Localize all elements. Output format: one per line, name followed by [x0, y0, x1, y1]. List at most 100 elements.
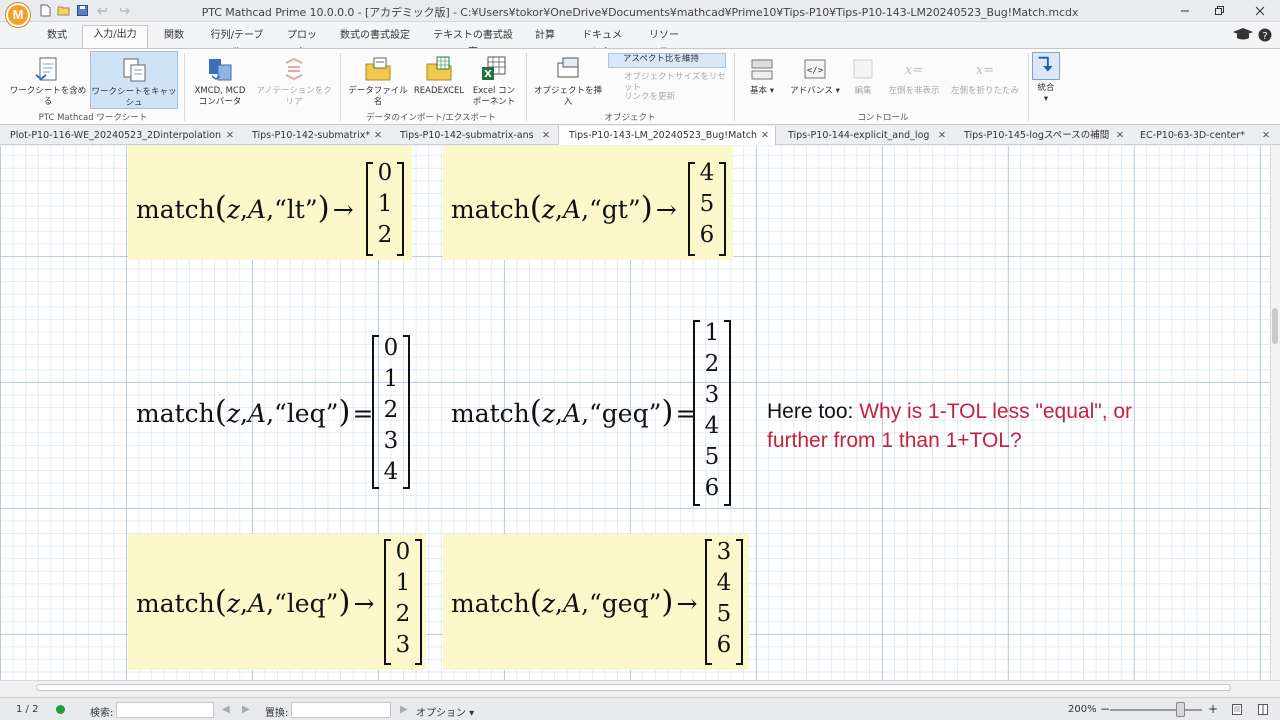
group-label-object: オブジェクト [604, 113, 656, 123]
tab-math[interactable]: 数式 [40, 27, 74, 48]
insert-object-button[interactable]: オブジェクトを挿入 [532, 55, 604, 108]
group-separator [1028, 53, 1029, 121]
svg-text:</>: </> [807, 66, 824, 76]
excel-component-button[interactable]: X Excel コン ポーネント [468, 55, 520, 108]
tab-calculation[interactable]: 計算 [530, 27, 560, 48]
xmcd-converter-button[interactable]: XMCD, MCD コンバータ [188, 55, 252, 108]
data-file-name-button[interactable]: データファイル名 [346, 55, 410, 108]
tab-text-formatting[interactable]: テキストの書式設定 [428, 27, 518, 58]
math-region[interactable]: match(z,A,“leq”)= 0 1 2 3 4 [128, 332, 418, 492]
keep-aspect-ratio-toggle[interactable]: アスペクト比を維持 [608, 53, 726, 68]
tab-resources[interactable]: リソース [642, 27, 686, 58]
close-tab-icon[interactable]: ✕ [542, 126, 550, 145]
vertical-scrollbar[interactable] [1270, 146, 1280, 680]
tab-input-output[interactable]: 入力/出力 [82, 25, 148, 48]
doc-tab-label: Plot-P10-116-WE_20240523_2Dinterpolation [10, 130, 221, 141]
result-matrix: 3 4 5 6 [705, 539, 743, 665]
doc-tab[interactable]: Tips-P10-145-logスペースの補間 ✕ [954, 126, 1130, 145]
zoom-out-icon[interactable]: − [1100, 702, 1110, 716]
replace-arrow-icon[interactable]: ▶ [400, 704, 408, 715]
include-worksheet-button[interactable]: ワークシートを含める [8, 55, 88, 108]
advanced-controls-button[interactable]: </> アドバンス ▾ [788, 55, 842, 97]
close-tab-icon[interactable]: ✕ [1116, 126, 1124, 145]
zoom-in-icon[interactable]: + [1208, 702, 1218, 716]
close-window-icon[interactable] [1252, 3, 1268, 19]
doc-tab-active[interactable]: Tips-P10-143-LM_20240523_Bug!Match ✕ [558, 126, 776, 145]
find-next-icon[interactable]: ▶ [242, 704, 250, 715]
collapse-left-button[interactable]: x= 左側を折りたたみ [948, 55, 1022, 97]
doc-tab[interactable]: Tips-P10-142-submatrix* ✕ [242, 126, 388, 145]
excel-line2: ポーネント [472, 97, 516, 107]
readexcel-button[interactable]: READEXCEL [412, 55, 466, 97]
close-tab-icon[interactable]: ✕ [374, 126, 382, 145]
reset-object-size-button[interactable]: オブジェクトサイズをリセット [610, 72, 728, 94]
help-icon[interactable]: ? [1258, 28, 1272, 42]
matrix-cell: 3 [383, 428, 399, 454]
close-tab-icon[interactable]: ✕ [1262, 126, 1270, 145]
matrix-cell: 2 [704, 351, 720, 377]
note-prefix: Here too: [767, 400, 860, 423]
svg-text:x=: x= [976, 63, 994, 78]
options-dropdown[interactable]: オプション ▾ [416, 704, 474, 719]
integrate-button[interactable]: 統合 ▾ [1030, 52, 1062, 105]
arg-a: A [563, 399, 582, 428]
options-label: オプション [416, 708, 466, 719]
zoom-slider[interactable] [1110, 709, 1202, 711]
arg-string: “leq” [274, 589, 339, 618]
restore-icon[interactable] [1211, 3, 1227, 19]
replace-label: 置換: [265, 708, 289, 719]
zoom-slider-knob[interactable] [1176, 702, 1185, 717]
close-tab-icon[interactable]: ✕ [938, 126, 946, 145]
minimize-icon[interactable] [1177, 3, 1193, 19]
close-tab-icon[interactable]: ✕ [226, 126, 234, 145]
math-expression: match(z,A,“leq”)= [136, 394, 374, 430]
tab-functions[interactable]: 関数 [156, 27, 192, 48]
horizontal-scroll-thumb[interactable] [36, 684, 1231, 691]
edit-button[interactable]: 編集 [846, 55, 880, 97]
tab-plots[interactable]: プロット [282, 27, 322, 58]
doc-tab[interactable]: EC-P10-63-3D-center* ✕ [1130, 126, 1276, 145]
draft-view-icon[interactable] [1257, 703, 1269, 716]
matrix-cell: 4 [383, 459, 399, 485]
math-region[interactable]: match(z,A,“leq”) → 0 1 2 3 [128, 534, 426, 670]
math-region[interactable]: match(z,A,“lt”) → 0 1 2 [128, 146, 412, 260]
arg-z: z [226, 399, 241, 428]
math-region[interactable]: match(z,A,“geq”)= 1 2 3 4 5 6 [443, 318, 733, 508]
update-link-button[interactable]: リンクを更新 [610, 92, 728, 103]
tab-math-formatting[interactable]: 数式の書式設定 [336, 27, 414, 48]
worksheet-canvas[interactable]: match(z,A,“lt”) → 0 1 2 match(z,A,“gt”) → … [0, 146, 1270, 680]
cache-worksheet-button[interactable]: ワークシートをキャッシュ [90, 51, 178, 109]
basic-controls-button[interactable]: 基本 ▾ [738, 55, 786, 97]
tab-document[interactable]: ドキュメント [575, 27, 629, 58]
hide-left-label: 左側を非表示 [888, 86, 940, 96]
cache-worksheet-label: ワークシートをキャッシュ [91, 87, 177, 108]
group-label-controls: コントロール [857, 113, 909, 123]
replace-input[interactable] [291, 702, 391, 718]
doc-tab-label: Tips-P10-145-logスペースの補間 [964, 130, 1110, 141]
integrate-icon [1032, 52, 1060, 80]
tab-matrices-tables[interactable]: 行列/テーブル [204, 27, 270, 58]
group-separator [184, 53, 185, 121]
search-input[interactable] [116, 702, 214, 718]
mathcad-logo-icon[interactable]: M [6, 3, 30, 27]
graduation-cap-icon[interactable] [1232, 26, 1254, 44]
close-tab-icon[interactable]: ✕ [761, 126, 769, 145]
clear-annotations-button[interactable]: アノテーションをクリア [254, 55, 334, 108]
doc-tab-label: EC-P10-63-3D-center* [1140, 130, 1245, 141]
math-region[interactable]: match(z,A,“geq”) → 3 4 5 6 [443, 534, 749, 670]
function-name: match [451, 399, 530, 428]
math-region[interactable]: match(z,A,“gt”) → 4 5 6 [443, 146, 733, 260]
operator: = [352, 399, 374, 428]
doc-tab[interactable]: Tips-P10-142-submatrix-ans ✕ [390, 126, 556, 145]
page-view-icon[interactable] [1231, 703, 1243, 716]
vertical-scroll-thumb[interactable] [1272, 308, 1278, 344]
group-label-data: データのインポート/エクスポート [365, 113, 497, 123]
matrix-cell: 2 [395, 601, 411, 627]
doc-tab[interactable]: Plot-P10-116-WE_20240523_2Dinterpolation… [0, 126, 240, 145]
note-text-region[interactable]: Here too: Why is 1-TOL less "equal", or … [767, 397, 1237, 455]
hide-left-button[interactable]: x= 左側を非表示 [882, 55, 946, 97]
doc-tab[interactable]: Tips-P10-144-explicit_and_log ✕ [778, 126, 952, 145]
svg-text:X: X [484, 69, 492, 80]
find-previous-icon[interactable]: ◀ [222, 704, 230, 715]
arg-string: “lt” [274, 195, 318, 224]
